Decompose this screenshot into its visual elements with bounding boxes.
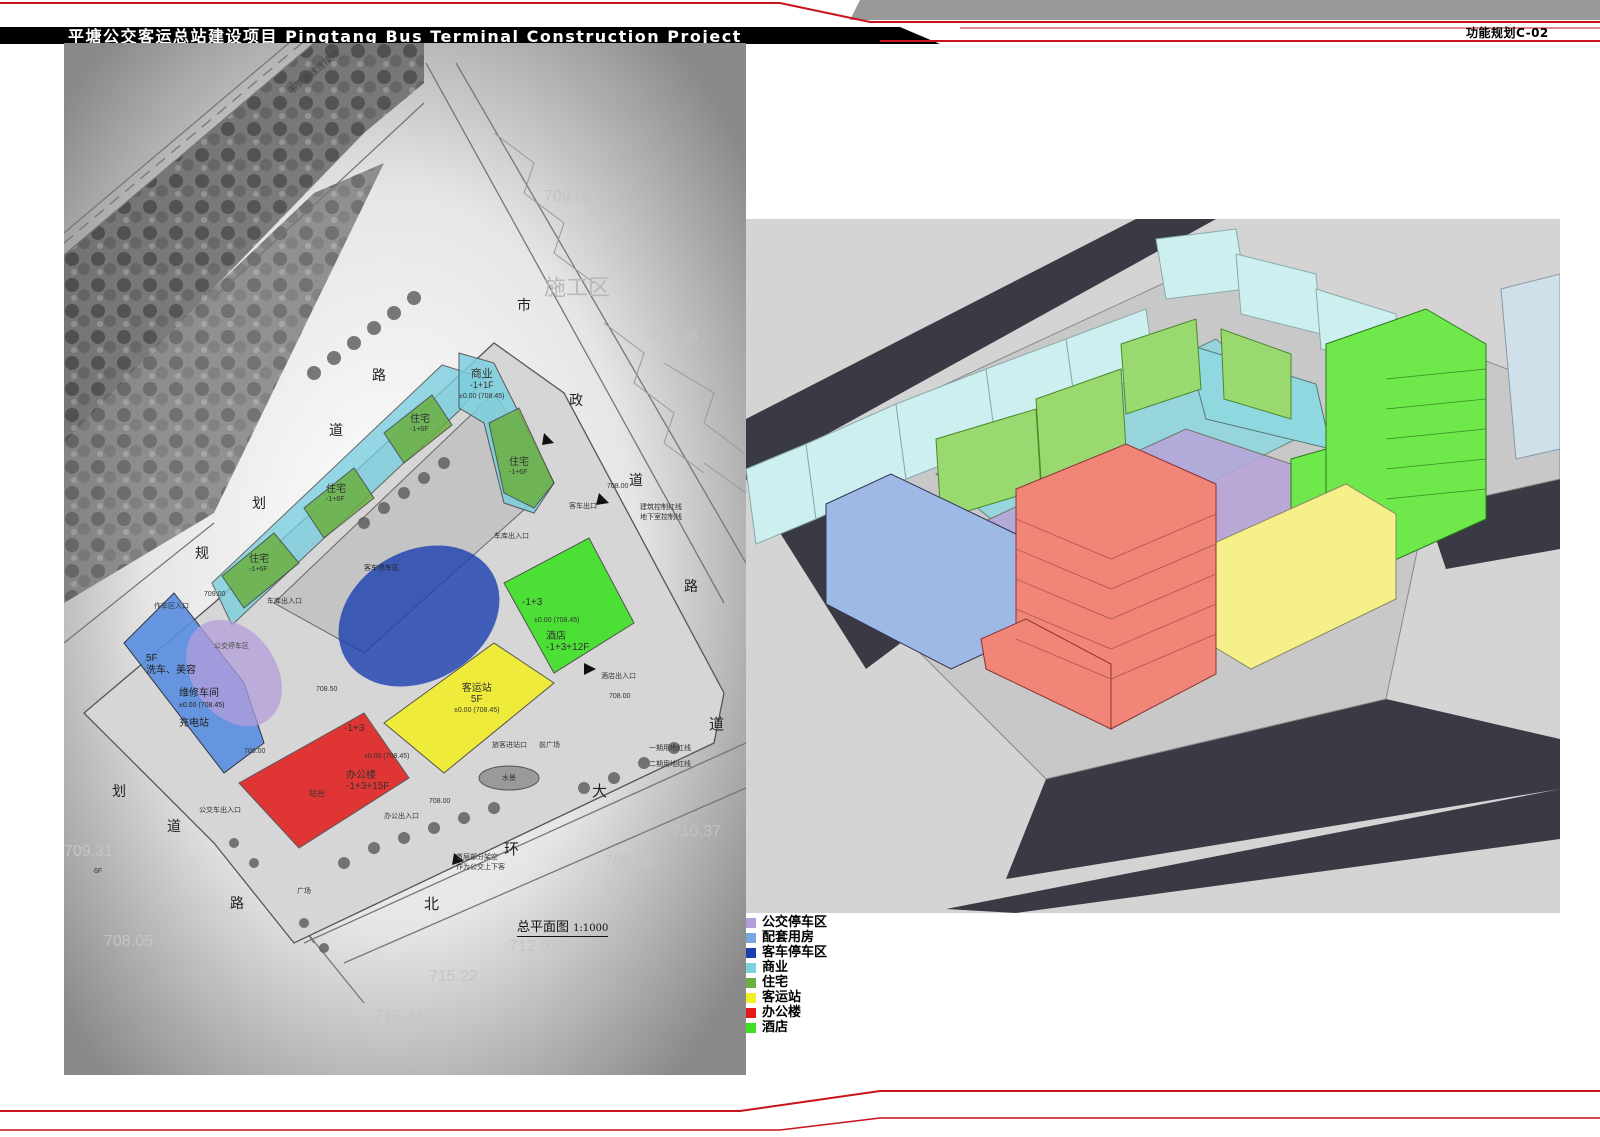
legend-label: 客车停车区 bbox=[762, 945, 828, 960]
residential-label: 住宅 -1+6F bbox=[509, 457, 529, 477]
spot-elevation: 708.00 bbox=[607, 483, 629, 490]
legend-item: 住宅 bbox=[746, 975, 886, 990]
sheet-code: 功能规划C-02 bbox=[1466, 26, 1549, 40]
control-line-notes: 建筑控制红线 地下室控制线 bbox=[640, 504, 682, 521]
ground-floor-note: 首层部分架空 作为公交上下客 bbox=[456, 854, 505, 871]
spot-elevation: 708.00 bbox=[429, 798, 451, 805]
road-char: 大 bbox=[592, 783, 608, 800]
road-char: 道 bbox=[709, 716, 725, 733]
road-char: 政 bbox=[569, 392, 583, 408]
legend-swatch bbox=[746, 1022, 756, 1033]
road-char: 划 bbox=[252, 495, 266, 511]
office-elevation: ±0.00 (708.45) bbox=[364, 753, 410, 760]
road-char: 道 bbox=[329, 422, 343, 438]
station-label: 客运站 5F ±0.00 (708.45) bbox=[454, 683, 500, 714]
legend-swatch bbox=[746, 947, 756, 958]
construction-area-label: 施工区 bbox=[544, 276, 611, 301]
residential-label: 住宅 -1+6F bbox=[410, 414, 430, 434]
road-char: 路 bbox=[372, 367, 386, 383]
legend-label: 办公楼 bbox=[762, 1005, 802, 1020]
legend-item: 商业 bbox=[746, 960, 886, 975]
plan-title: 总平面图 1:1000 bbox=[517, 916, 609, 937]
legend-swatch bbox=[746, 992, 756, 1003]
floor-label: 6F bbox=[94, 868, 103, 875]
hotel-entry-label: 酒店出入口 bbox=[601, 673, 636, 680]
legend-swatch bbox=[746, 962, 756, 973]
coach-parking-label: 客车停车区 bbox=[364, 565, 399, 572]
legend-item: 办公楼 bbox=[746, 1005, 886, 1020]
legend-item: 配套用房 bbox=[746, 930, 886, 945]
spot-elevation: 715.22 bbox=[429, 968, 478, 985]
hotel-elevation: ±0.00 (708.45) bbox=[534, 617, 580, 624]
spot-elevation: 710.37 bbox=[672, 823, 721, 840]
spot-elevation: 708.00 bbox=[244, 748, 266, 755]
spot-elevation: 708.05 bbox=[104, 933, 153, 950]
coach-exit-label: 客车出口 bbox=[569, 503, 597, 510]
legend-item: 公交停车区 bbox=[746, 915, 886, 930]
road-char: 环 bbox=[504, 841, 520, 858]
spot-elevation: 709.31 bbox=[64, 843, 113, 860]
bus-parking-label: 公交停车区 bbox=[214, 643, 249, 650]
plaza-label: 广场 bbox=[297, 888, 311, 895]
legend-label: 酒店 bbox=[762, 1020, 789, 1035]
road-char: 路 bbox=[684, 578, 698, 594]
legend-swatch bbox=[746, 932, 756, 943]
spot-elevation: 712.07 bbox=[509, 938, 558, 955]
water-label: 水景 bbox=[502, 775, 516, 782]
commerce-label: 商业 -1+1F ±0.00 (708.45) bbox=[459, 368, 505, 401]
footer-bar bbox=[0, 1086, 1600, 1132]
road-char: 道 bbox=[629, 472, 643, 488]
legend: 公交停车区 配套用房 客车停车区 商业 住宅 客运站 办公楼 酒店 bbox=[746, 915, 886, 1035]
legend-label: 客运站 bbox=[762, 990, 802, 1005]
spot-elevation: 709.62 bbox=[544, 188, 593, 205]
legend-label: 配套用房 bbox=[762, 930, 815, 945]
redline-notes: 一期用地红线 二期用地红线 bbox=[649, 745, 691, 768]
site-plan: 平罗高速连接线 施工区 市 政 道 路 路 道 划 规 划 道 路 北 环 大 … bbox=[63, 42, 747, 1075]
hotel-top-label: -1+3 bbox=[522, 597, 543, 608]
hotel-label: 酒店 -1+3+12F bbox=[546, 631, 590, 653]
road-char: 路 bbox=[230, 895, 244, 911]
platform-label: 站台 bbox=[309, 789, 325, 798]
road-char: 划 bbox=[112, 783, 126, 799]
road-char: 市 bbox=[517, 297, 531, 313]
legend-swatch bbox=[746, 917, 756, 928]
legend-label: 公交停车区 bbox=[762, 915, 828, 930]
legend-label: 住宅 bbox=[762, 975, 789, 990]
spot-elevation: 709.00 bbox=[204, 591, 226, 598]
passenger-entry-label: 旅客进站口 bbox=[492, 742, 527, 749]
office-label: 办公楼 -1+3+15F bbox=[346, 770, 390, 792]
office-entry-label: 办公出入口 bbox=[384, 813, 419, 820]
spot-elevation: 708.68 bbox=[604, 853, 653, 870]
garage-entry-label: 车库出入口 bbox=[267, 598, 302, 605]
legend-item: 客车停车区 bbox=[746, 945, 886, 960]
spot-elevation: 715.22 bbox=[374, 1008, 423, 1025]
legend-item: 酒店 bbox=[746, 1020, 886, 1035]
office-top-label: -1+3 bbox=[344, 723, 365, 734]
legend-swatch bbox=[746, 1007, 756, 1018]
garage-entry-label: 车库出入口 bbox=[494, 533, 529, 540]
service-entry-label: 作车区入口 bbox=[154, 603, 189, 610]
spot-elevation: 708.05 bbox=[650, 328, 699, 345]
service-label-2: 维修车间 ±0.00 (708.45) 充电站 bbox=[179, 688, 225, 729]
massing-render bbox=[745, 219, 1561, 913]
residential-label: 住宅 -1+6F bbox=[326, 484, 346, 504]
legend-swatch bbox=[746, 977, 756, 988]
legend-label: 商业 bbox=[762, 960, 789, 975]
legend-item: 客运站 bbox=[746, 990, 886, 1005]
road-char: 道 bbox=[167, 818, 181, 834]
road-char: 北 bbox=[424, 896, 440, 913]
bus-entry-label: 公交车出入口 bbox=[199, 807, 241, 814]
spot-elevation: 708.50 bbox=[316, 686, 338, 693]
residential-label: 住宅 -1+6F bbox=[249, 554, 269, 574]
front-plaza-label: 前广场 bbox=[539, 742, 560, 749]
road-char: 规 bbox=[195, 545, 209, 561]
service-label: 5F 洗车、美容 bbox=[146, 653, 196, 676]
spot-elevation: 708.00 bbox=[609, 693, 631, 700]
